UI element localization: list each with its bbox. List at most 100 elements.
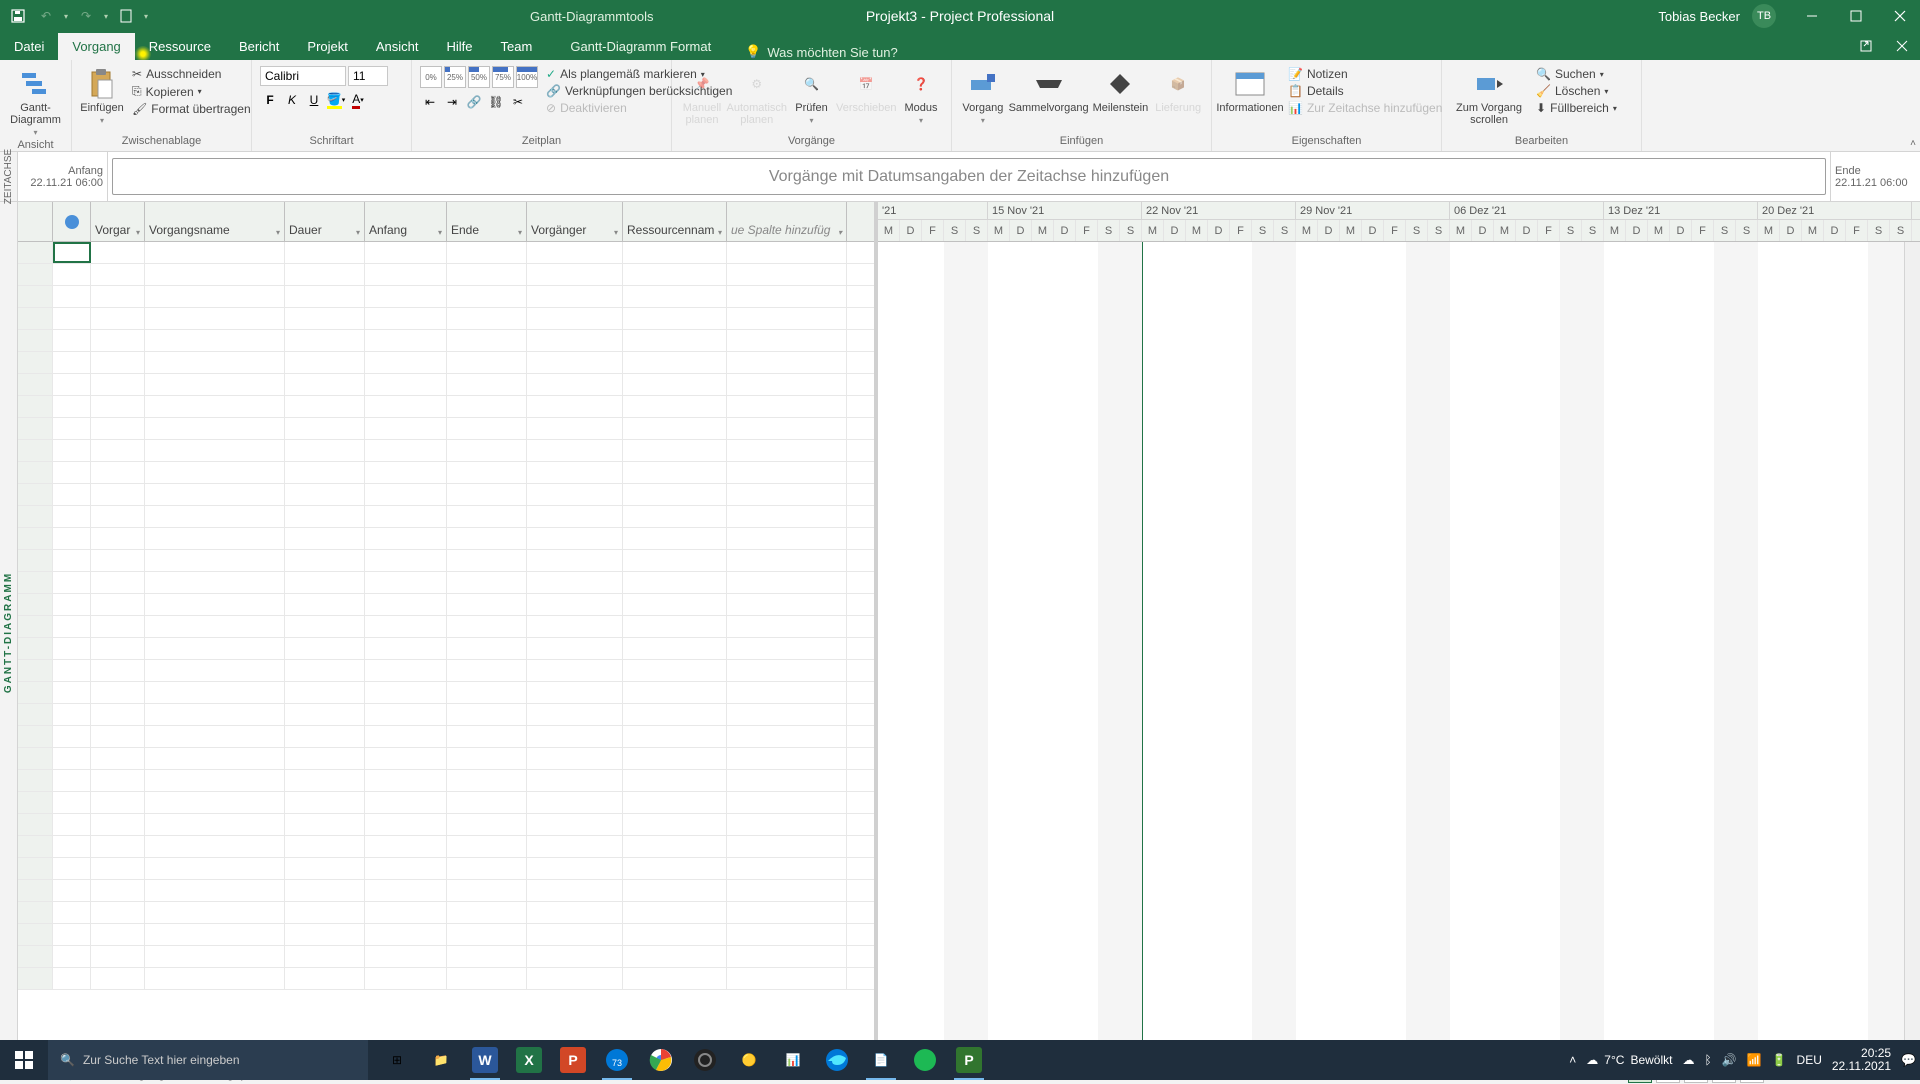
font-color-button[interactable]: A▾ [348, 90, 368, 110]
taskbar-search[interactable]: 🔍Zur Suche Text hier eingeben [48, 1040, 368, 1080]
tab-datei[interactable]: Datei [0, 33, 58, 60]
col-finish[interactable]: Ende▾ [447, 202, 527, 241]
font-family-select[interactable] [260, 66, 346, 86]
underline-button[interactable]: U [304, 90, 324, 110]
mode-button[interactable]: ❓Modus▾ [899, 66, 943, 127]
table-row[interactable] [18, 572, 874, 594]
app-icon-2[interactable]: 📊 [772, 1040, 814, 1080]
col-row-selector[interactable] [18, 202, 53, 241]
collapse-ribbon-button[interactable]: ˄ [1910, 138, 1916, 149]
task-insert-button[interactable]: Vorgang▾ [960, 66, 1006, 127]
col-resources[interactable]: Ressourcennam▾ [623, 202, 727, 241]
link-button[interactable]: 🔗 [464, 92, 484, 112]
inspect-button[interactable]: 🔍Prüfen▾ [790, 66, 834, 127]
gantt-body[interactable] [878, 242, 1920, 1044]
app-icon-1[interactable]: 🟡 [728, 1040, 770, 1080]
col-duration[interactable]: Dauer▾ [285, 202, 365, 241]
fill-color-button[interactable]: 🪣▾ [326, 90, 346, 110]
col-add-new[interactable]: ue Spalte hinzufüg▾ [727, 202, 847, 241]
table-row[interactable] [18, 770, 874, 792]
cut-button[interactable]: ✂Ausschneiden [128, 66, 255, 82]
table-row[interactable] [18, 858, 874, 880]
col-indicator[interactable] [53, 202, 91, 241]
excel-icon[interactable]: X [508, 1040, 550, 1080]
outdent-button[interactable]: ⇤ [420, 92, 440, 112]
start-button[interactable] [0, 1040, 48, 1080]
tell-me-search[interactable]: 💡 Was möchten Sie tun? [745, 44, 898, 60]
copy-button[interactable]: ⎘Kopieren ▾ [128, 83, 255, 100]
tab-projekt[interactable]: Projekt [293, 33, 361, 60]
tab-team[interactable]: Team [487, 33, 547, 60]
undo-icon[interactable]: ↶ [36, 6, 56, 26]
share-button[interactable] [1848, 32, 1884, 60]
close-button[interactable] [1880, 0, 1920, 32]
tab-ansicht[interactable]: Ansicht [362, 33, 433, 60]
user-avatar[interactable]: TB [1752, 4, 1776, 28]
spotify-icon[interactable] [904, 1040, 946, 1080]
table-row[interactable] [18, 638, 874, 660]
details-button[interactable]: 📋Details [1284, 83, 1446, 99]
col-task-name[interactable]: Vorgangsname▾ [145, 202, 285, 241]
notes-button[interactable]: 📝Notizen [1284, 66, 1446, 82]
summary-task-button[interactable]: Sammelvorgang [1010, 66, 1088, 116]
table-row[interactable] [18, 594, 874, 616]
close-window-button[interactable] [1884, 32, 1920, 60]
col-start[interactable]: Anfang▾ [365, 202, 447, 241]
timeline-body[interactable]: Vorgänge mit Datumsangaben der Zeitachse… [112, 158, 1826, 195]
table-row[interactable] [18, 660, 874, 682]
word-icon[interactable]: W [464, 1040, 506, 1080]
battery-icon[interactable]: 🔋 [1772, 1053, 1787, 1067]
information-button[interactable]: Informationen [1220, 66, 1280, 116]
table-row[interactable] [18, 792, 874, 814]
table-row[interactable] [18, 264, 874, 286]
tab-bericht[interactable]: Bericht [225, 33, 293, 60]
explorer-icon[interactable]: 📁 [420, 1040, 462, 1080]
table-row[interactable] [18, 880, 874, 902]
fill-button[interactable]: ⬇Füllbereich ▾ [1532, 100, 1621, 116]
table-row[interactable] [18, 748, 874, 770]
table-row[interactable] [18, 418, 874, 440]
taskbar-clock[interactable]: 20:25 22.11.2021 [1832, 1047, 1891, 1073]
bluetooth-icon[interactable]: ᛒ [1704, 1053, 1711, 1067]
table-row[interactable] [18, 308, 874, 330]
project-icon[interactable]: P [948, 1040, 990, 1080]
col-task-mode[interactable]: Vorgar▾ [91, 202, 145, 241]
table-row[interactable] [18, 506, 874, 528]
tab-vorgang[interactable]: Vorgang [58, 33, 134, 60]
tray-chevron-icon[interactable]: ˄ [1569, 1053, 1576, 1067]
edge-icon[interactable] [816, 1040, 858, 1080]
notifications-icon[interactable]: 💬 [1901, 1053, 1916, 1067]
split-button[interactable]: ✂ [508, 92, 528, 112]
table-row[interactable] [18, 968, 874, 990]
language-indicator[interactable]: DEU [1797, 1053, 1822, 1067]
find-button[interactable]: 🔍Suchen ▾ [1532, 66, 1621, 82]
delete-button[interactable]: 🧹Löschen ▾ [1532, 83, 1621, 99]
table-row[interactable] [18, 946, 874, 968]
table-row[interactable] [18, 704, 874, 726]
paste-button[interactable]: Einfügen▾ [80, 66, 124, 127]
edge-legacy-icon[interactable]: 73 [596, 1040, 638, 1080]
maximize-button[interactable] [1836, 0, 1876, 32]
redo-icon[interactable]: ↷ [76, 6, 96, 26]
progress-0-button[interactable]: 0% [420, 66, 442, 88]
unlink-button[interactable]: ⛓ [486, 92, 506, 112]
progress-50-button[interactable]: 50% [468, 66, 490, 88]
table-row[interactable] [18, 814, 874, 836]
milestone-button[interactable]: Meilenstein [1092, 66, 1150, 116]
chrome-icon[interactable] [640, 1040, 682, 1080]
format-painter-button[interactable]: 🖌Format übertragen [128, 101, 255, 117]
table-row[interactable] [18, 550, 874, 572]
progress-75-button[interactable]: 75% [492, 66, 514, 88]
col-predecessors[interactable]: Vorgänger▾ [527, 202, 623, 241]
indent-button[interactable]: ⇥ [442, 92, 462, 112]
table-row[interactable] [18, 286, 874, 308]
progress-100-button[interactable]: 100% [516, 66, 538, 88]
table-row[interactable] [18, 528, 874, 550]
wifi-icon[interactable]: 📶 [1747, 1053, 1762, 1067]
bold-button[interactable]: F [260, 90, 280, 110]
gantt-diagramm-button[interactable]: Gantt- Diagramm▾ [8, 66, 63, 139]
table-row[interactable] [18, 440, 874, 462]
volume-icon[interactable]: 🔊 [1722, 1053, 1737, 1067]
table-row[interactable] [18, 836, 874, 858]
task-view-button[interactable]: ⊞ [376, 1040, 418, 1080]
